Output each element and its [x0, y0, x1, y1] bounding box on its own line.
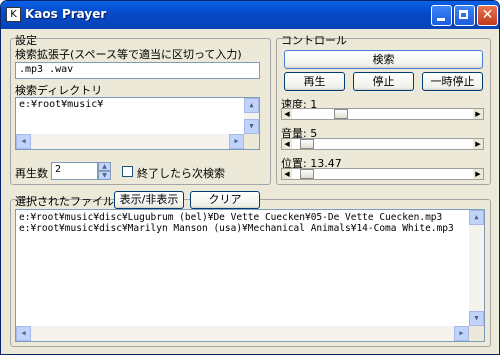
stop-button[interactable]: 停止	[353, 72, 414, 91]
file-list-vertical-scrollbar[interactable]: ▲ ▼	[469, 210, 484, 326]
minimize-icon	[437, 18, 445, 21]
next-search-label: 終了したら次検索	[137, 167, 225, 180]
scroll-corner	[469, 326, 484, 341]
position-increase-icon[interactable]: ▶	[473, 169, 483, 179]
search-button[interactable]: 検索	[284, 50, 483, 69]
volume-slider-thumb[interactable]	[300, 139, 315, 149]
play-count-input[interactable]: 2	[51, 162, 98, 180]
directory-input[interactable]: e:¥root¥music¥ ▲ ▼ ◀ ▶	[15, 97, 260, 150]
position-slider-thumb[interactable]	[300, 169, 315, 179]
selected-files-title: 選択されたファイル	[15, 195, 114, 208]
directory-vertical-scrollbar[interactable]: ▲ ▼	[244, 98, 259, 134]
play-button[interactable]: 再生	[284, 72, 345, 91]
close-button[interactable]: ✕	[477, 5, 498, 26]
directory-value: e:¥root¥music¥	[19, 99, 104, 110]
position-decrease-icon[interactable]: ◀	[282, 169, 292, 179]
speed-slider-thumb[interactable]	[333, 109, 348, 119]
toggle-visibility-button[interactable]: 表示/非表示	[114, 191, 184, 209]
volume-decrease-icon[interactable]: ◀	[282, 139, 292, 149]
close-icon: ✕	[481, 7, 494, 23]
scroll-left-icon[interactable]: ◀	[16, 134, 31, 149]
scroll-left-icon[interactable]: ◀	[16, 326, 31, 341]
title-bar[interactable]: K Kaos Prayer ✕	[1, 1, 499, 29]
volume-slider[interactable]: ◀ ▶	[281, 138, 484, 150]
pause-button[interactable]: 一時停止	[422, 72, 483, 91]
speed-slider[interactable]: ◀ ▶	[281, 108, 484, 120]
volume-increase-icon[interactable]: ▶	[473, 139, 483, 149]
maximize-button[interactable]	[454, 5, 475, 26]
play-count-down-icon[interactable]: ▼	[98, 171, 111, 180]
scroll-down-icon[interactable]: ▼	[469, 311, 484, 326]
file-list-content: e:¥root¥music¥disc¥Lugubrum (bel)¥De Vet…	[16, 210, 484, 236]
window-title: Kaos Prayer	[25, 7, 107, 21]
directory-label: 検索ディレクトリ	[15, 84, 103, 97]
scroll-corner	[244, 134, 259, 149]
app-window: K Kaos Prayer ✕ 設定 検索拡張子(スペース等で適当に区切って入力…	[0, 0, 500, 355]
list-item[interactable]: e:¥root¥music¥disc¥Marilyn Manson (usa)¥…	[19, 223, 481, 234]
scroll-down-icon[interactable]: ▼	[244, 119, 259, 134]
list-item[interactable]: e:¥root¥music¥disc¥Lugubrum (bel)¥De Vet…	[19, 212, 481, 223]
directory-horizontal-scrollbar[interactable]: ◀ ▶	[16, 134, 244, 149]
position-slider[interactable]: ◀ ▶	[281, 168, 484, 180]
extension-label: 検索拡張子(スペース等で適当に区切って入力)	[15, 48, 242, 61]
file-list-horizontal-scrollbar[interactable]: ◀ ▶	[16, 326, 469, 341]
speed-increase-icon[interactable]: ▶	[473, 109, 483, 119]
next-search-checkbox[interactable]	[122, 166, 133, 177]
scroll-right-icon[interactable]: ▶	[454, 326, 469, 341]
scroll-up-icon[interactable]: ▲	[244, 98, 259, 113]
clear-button[interactable]: クリア	[190, 191, 260, 209]
scroll-up-icon[interactable]: ▲	[469, 210, 484, 225]
scroll-right-icon[interactable]: ▶	[229, 134, 244, 149]
selected-files-list[interactable]: e:¥root¥music¥disc¥Lugubrum (bel)¥De Vet…	[15, 209, 485, 342]
speed-decrease-icon[interactable]: ◀	[282, 109, 292, 119]
minimize-button[interactable]	[431, 5, 452, 26]
maximize-icon	[459, 10, 468, 19]
play-count-label: 再生数	[15, 167, 48, 180]
play-count-up-icon[interactable]: ▲	[98, 162, 111, 171]
extension-input[interactable]: .mp3 .wav	[15, 62, 260, 79]
app-icon: K	[6, 7, 21, 22]
control-group-title: コントロール	[281, 34, 347, 47]
